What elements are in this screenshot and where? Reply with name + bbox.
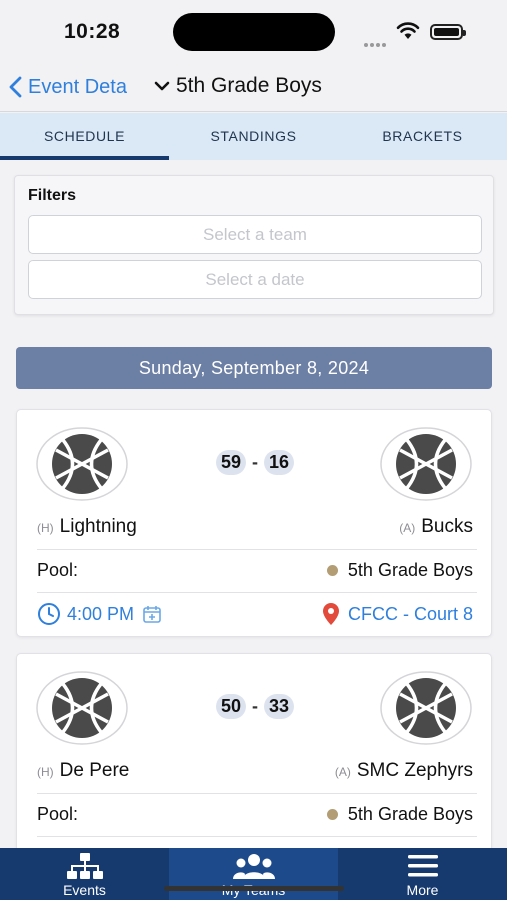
dynamic-island xyxy=(173,13,335,51)
pool-label: Pool: xyxy=(37,560,79,580)
away-tag: (A) xyxy=(334,765,351,779)
away-score: 33 xyxy=(264,694,295,719)
chevron-left-icon xyxy=(9,76,22,98)
tab-events-label: Events xyxy=(63,882,106,898)
status-bar: 10:28 xyxy=(0,0,507,62)
tab-brackets[interactable]: BRACKETS xyxy=(338,113,507,160)
home-team[interactable]: (H) Lightning xyxy=(37,516,137,538)
pool-value: 5th Grade Boys xyxy=(326,560,473,581)
game-time-label: 4:00 PM xyxy=(67,603,135,624)
divider xyxy=(37,549,477,550)
tab-events[interactable]: Events xyxy=(0,848,169,900)
pool-color-dot xyxy=(326,565,338,576)
wifi-icon xyxy=(396,22,420,45)
date-select[interactable] xyxy=(28,260,482,299)
game-card[interactable]: 59-16 (H) Lightning (A) Bucks Pool: 5th Gr… xyxy=(16,409,492,637)
game-location-label: CFCC - Court 8 xyxy=(347,603,473,624)
clock-icon xyxy=(38,603,60,625)
tab-schedule[interactable]: SCHEDULE xyxy=(0,113,169,160)
home-tag: (H) xyxy=(37,521,54,535)
division-selector[interactable]: 5th Grade Boys xyxy=(154,74,322,98)
away-tag: (A) xyxy=(399,521,416,535)
tab-more[interactable]: More xyxy=(338,848,507,900)
navigation-bar: Event Deta 5th Grade Boys xyxy=(0,62,507,112)
home-team-name: De Pere xyxy=(59,760,130,781)
battery-icon xyxy=(430,24,466,40)
back-button-label: Event Deta xyxy=(28,75,127,98)
bottom-tab-bar: Events My Teams More xyxy=(0,848,507,900)
pool-name: 5th Grade Boys xyxy=(347,560,473,580)
pool-label: Pool: xyxy=(37,804,79,824)
add-to-calendar-icon[interactable] xyxy=(142,604,162,624)
team-select[interactable] xyxy=(28,215,482,254)
divider xyxy=(37,793,477,794)
game-location[interactable]: CFCC - Court 8 xyxy=(322,602,473,626)
sitemap-icon xyxy=(66,853,103,879)
home-team[interactable]: (H) De Pere xyxy=(37,760,129,782)
home-team-name: Lightning xyxy=(59,516,137,537)
basketball-icon xyxy=(380,427,472,501)
home-tag: (H) xyxy=(37,765,54,779)
pool-color-dot xyxy=(326,809,338,820)
page-title: 5th Grade Boys xyxy=(176,74,322,97)
pool-value: 5th Grade Boys xyxy=(326,804,473,825)
map-pin-icon xyxy=(322,603,339,625)
home-score: 59 xyxy=(215,450,246,475)
cellular-signal-icon xyxy=(364,34,390,47)
game-time[interactable]: 4:00 PM xyxy=(37,602,168,626)
home-indicator[interactable] xyxy=(164,886,344,891)
away-team-name: Bucks xyxy=(421,516,473,537)
divider xyxy=(37,836,477,837)
segment-tabs: SCHEDULE STANDINGS BRACKETS xyxy=(0,113,507,160)
date-header: Sunday, September 8, 2024 xyxy=(16,347,492,389)
away-score: 16 xyxy=(264,450,295,475)
divider xyxy=(37,592,477,593)
users-icon xyxy=(232,854,275,879)
chevron-down-icon xyxy=(154,81,170,91)
home-score: 50 xyxy=(215,694,246,719)
away-team-name: SMC Zephyrs xyxy=(356,760,473,781)
back-button[interactable]: Event Deta xyxy=(8,74,148,100)
pool-name: 5th Grade Boys xyxy=(347,804,473,824)
basketball-icon xyxy=(380,671,472,745)
tab-more-label: More xyxy=(406,882,439,898)
tab-my-teams[interactable]: My Teams xyxy=(169,848,338,900)
tab-standings[interactable]: STANDINGS xyxy=(169,113,338,160)
filters-panel: Filters xyxy=(14,175,494,315)
filters-heading: Filters xyxy=(28,187,77,204)
status-time: 10:28 xyxy=(64,20,121,43)
teams-row: (H) De Pere (A) SMC Zephyrs xyxy=(17,760,493,786)
away-team[interactable]: (A) Bucks xyxy=(399,516,473,538)
menu-icon xyxy=(407,855,438,877)
away-team[interactable]: (A) SMC Zephyrs xyxy=(335,760,473,782)
teams-row: (H) Lightning (A) Bucks xyxy=(17,516,493,542)
